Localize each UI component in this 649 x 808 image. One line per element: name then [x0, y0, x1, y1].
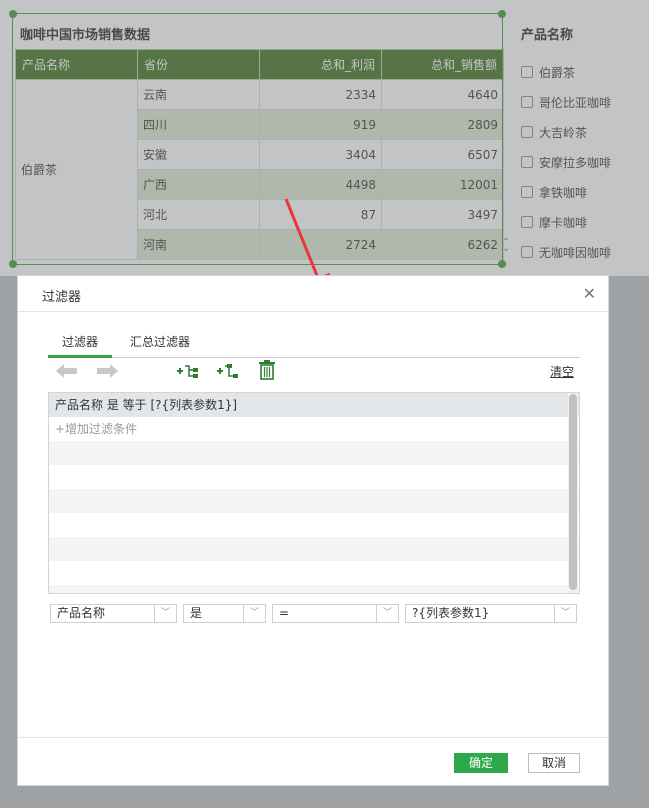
tab-summary-filter[interactable]: 汇总过滤器	[116, 332, 204, 358]
chevron-down-icon[interactable]: ﹀	[376, 605, 398, 622]
close-icon[interactable]: ✕	[583, 284, 596, 303]
filter-dialog: 过滤器 ✕ 过滤器 汇总过滤器 清空 产品名称 是 等于 [?{列表参数1}] …	[17, 275, 609, 786]
field-select[interactable]: 产品名称 ﹀	[50, 604, 177, 623]
add-condition-link[interactable]: +增加过滤条件	[49, 417, 579, 441]
condition-list-scrollbar[interactable]	[568, 393, 578, 593]
trash-icon[interactable]	[258, 360, 276, 380]
redo-arrow-icon[interactable]	[96, 363, 118, 379]
empty-row	[49, 585, 579, 593]
empty-row	[49, 489, 579, 513]
chevron-down-icon[interactable]: ﹀	[554, 605, 576, 622]
clear-button[interactable]: 清空	[550, 363, 574, 380]
filter-tabs: 过滤器 汇总过滤器	[48, 332, 580, 358]
empty-row	[49, 513, 579, 537]
empty-row	[49, 441, 579, 465]
dialog-header: 过滤器 ✕	[18, 276, 608, 312]
operator-select[interactable]: = ﹀	[272, 604, 399, 623]
undo-arrow-icon[interactable]	[56, 363, 78, 379]
mode-select[interactable]: 是 ﹀	[183, 604, 266, 623]
chevron-down-icon[interactable]: ﹀	[154, 605, 176, 622]
condition-list: 产品名称 是 等于 [?{列表参数1}] +增加过滤条件	[48, 392, 580, 594]
ok-button[interactable]: 确定	[454, 753, 508, 773]
dialog-footer: 确定 取消	[18, 737, 608, 785]
scrollbar-thumb[interactable]	[569, 394, 577, 590]
cancel-button[interactable]: 取消	[528, 753, 580, 773]
value-select[interactable]: ?{列表参数1} ﹀	[405, 604, 577, 623]
dialog-title: 过滤器	[42, 290, 82, 305]
condition-row[interactable]: 产品名称 是 等于 [?{列表参数1}]	[49, 393, 579, 417]
empty-row	[49, 465, 579, 489]
tab-filter[interactable]: 过滤器	[48, 332, 113, 358]
filter-toolbar: 清空	[48, 360, 580, 384]
add-condition-icon[interactable]	[176, 363, 200, 379]
empty-row	[49, 561, 579, 585]
empty-row	[49, 537, 579, 561]
chevron-down-icon[interactable]: ﹀	[243, 605, 265, 622]
add-sub-condition-icon[interactable]	[216, 363, 240, 379]
